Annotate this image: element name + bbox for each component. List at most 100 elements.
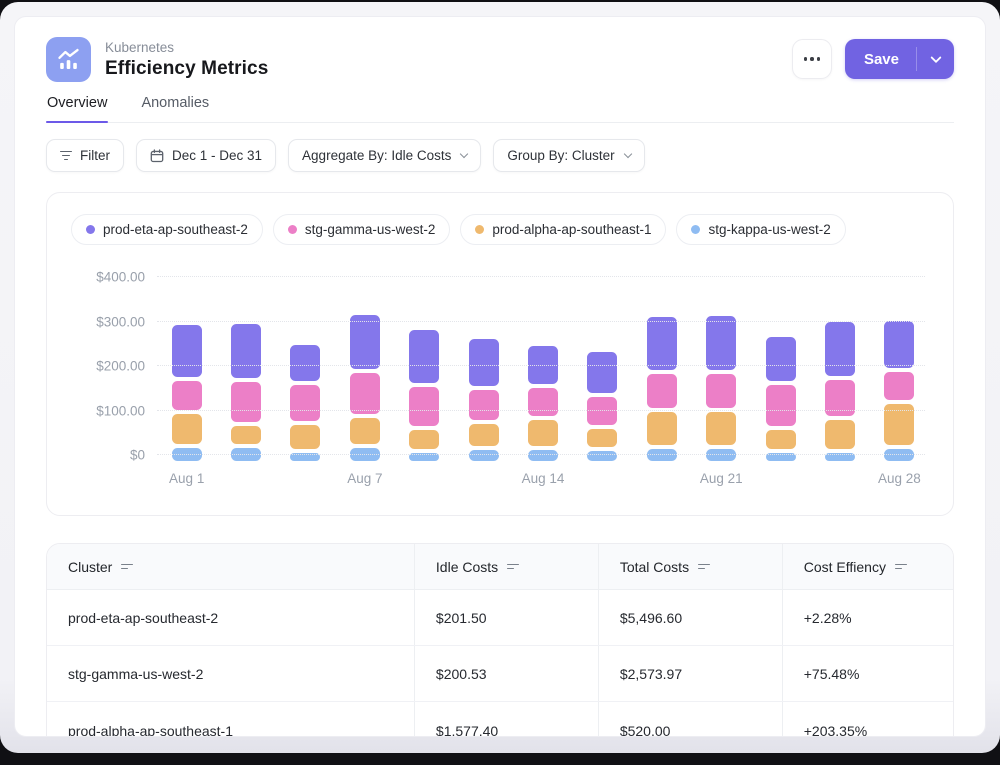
date-range-button[interactable]: Dec 1 - Dec 31 [136,139,276,172]
group-by-dropdown[interactable]: Group By: Cluster [493,139,644,172]
bar-segment[interactable] [350,373,380,414]
bar-segment[interactable] [647,412,677,445]
chevron-down-icon [930,52,941,63]
bar-segment[interactable] [290,425,320,449]
plot-area [157,267,929,463]
chevron-down-icon [623,150,631,158]
page-title: Efficiency Metrics [105,58,268,80]
bar-segment[interactable] [587,397,617,425]
save-button[interactable]: Save [845,39,916,79]
filter-icon [60,151,72,161]
bar-segment[interactable] [884,321,914,368]
cell-cluster: stg-gamma-us-west-2 [47,646,414,701]
bar-segment[interactable] [766,337,796,381]
bar-segment[interactable] [825,420,855,449]
bar-segment[interactable] [706,449,736,461]
table-header-cluster[interactable]: Cluster [47,544,414,589]
save-dropdown-button[interactable] [917,39,954,79]
filter-toolbar: Filter Dec 1 - Dec 31 Aggregate By: Idle… [46,139,954,172]
bar-segment[interactable] [766,385,796,426]
bar-segment[interactable] [706,316,736,370]
table-header-row: Cluster Idle Costs Total Costs Cost Effi… [47,544,953,590]
page-card: Kubernetes Efficiency Metrics Save [14,16,986,737]
ellipsis-icon [804,57,808,61]
cell-total-costs: $2,573.97 [598,646,782,701]
legend-item-prod-alpha[interactable]: prod-alpha-ap-southeast-1 [460,214,666,245]
bar-segment[interactable] [290,345,320,381]
bar-segment[interactable] [469,339,499,386]
chart-legend: prod-eta-ap-southeast-2 stg-gamma-us-wes… [71,214,929,245]
legend-item-stg-kappa[interactable]: stg-kappa-us-west-2 [676,214,845,245]
bar-segment[interactable] [587,451,617,461]
gridline [157,410,925,411]
x-axis-tick-label: Aug 28 [870,471,929,493]
bar-segment[interactable] [766,430,796,449]
bar-segment[interactable] [172,381,202,410]
gridline [157,454,925,455]
bar-segment[interactable] [825,322,855,376]
bar-segment[interactable] [706,374,736,408]
bar-segment[interactable] [231,426,261,444]
bar-segment[interactable] [409,330,439,383]
bar-segment[interactable] [528,388,558,416]
save-split-button[interactable]: Save [845,39,954,79]
bar-segment[interactable] [884,372,914,400]
bar-segment[interactable] [587,429,617,447]
bar-segment[interactable] [884,449,914,461]
bar-segment[interactable] [350,418,380,444]
legend-dot [691,225,700,234]
x-axis-tick-label [276,471,335,493]
table-header-total-costs[interactable]: Total Costs [598,544,782,589]
y-axis-tick-label: $300.00 [96,314,145,329]
bar-segment[interactable] [231,382,261,422]
tab-overview[interactable]: Overview [47,95,107,122]
chevron-down-icon [460,150,468,158]
bar-segment[interactable] [587,352,617,393]
gridline [157,276,925,277]
bar-segment[interactable] [469,450,499,461]
bar-segment[interactable] [172,414,202,444]
table-row[interactable]: prod-alpha-ap-southeast-1 $1,577.40 $520… [47,702,953,737]
bar-segment[interactable] [647,374,677,408]
aggregate-by-dropdown[interactable]: Aggregate By: Idle Costs [288,139,481,172]
x-axis-tick-label [454,471,513,493]
table-header-cost-efficiency[interactable]: Cost Effiency [782,544,953,589]
sort-icon [895,564,907,570]
bar-segment[interactable] [528,450,558,461]
aggregate-by-label: Aggregate By: Idle Costs [302,148,451,163]
filter-button[interactable]: Filter [46,139,124,172]
bar-segment[interactable] [172,325,202,377]
gridline [157,365,925,366]
x-axis-tick-label: Aug 7 [335,471,394,493]
legend-item-prod-eta[interactable]: prod-eta-ap-southeast-2 [71,214,263,245]
x-axis-tick-label: Aug 14 [513,471,572,493]
cell-cost-efficiency: +2.28% [782,590,953,645]
y-axis-tick-label: $0 [130,448,145,463]
date-range-label: Dec 1 - Dec 31 [172,148,262,163]
cell-cost-efficiency: +75.48% [782,646,953,701]
table-row[interactable]: stg-gamma-us-west-2 $200.53 $2,573.97 +7… [47,646,953,702]
chart-app-icon [46,37,91,82]
bar-segment[interactable] [290,385,320,421]
bar-segment[interactable] [647,449,677,461]
bar-segment[interactable] [825,380,855,416]
bar-segment[interactable] [706,412,736,445]
cell-idle-costs: $201.50 [414,590,598,645]
bar-segment[interactable] [409,430,439,449]
sort-icon [507,564,519,570]
bar-segment[interactable] [350,315,380,369]
bar-segment[interactable] [231,324,261,378]
x-axis-tick-label [216,471,275,493]
legend-item-stg-gamma[interactable]: stg-gamma-us-west-2 [273,214,451,245]
more-options-button[interactable] [792,39,832,79]
bar-segment[interactable] [409,387,439,426]
bar-segment[interactable] [469,390,499,420]
cell-total-costs: $5,496.60 [598,590,782,645]
bar-segment[interactable] [469,424,499,446]
table-header-idle-costs[interactable]: Idle Costs [414,544,598,589]
tab-anomalies[interactable]: Anomalies [141,95,209,122]
bar-segment[interactable] [528,420,558,446]
table-row[interactable]: prod-eta-ap-southeast-2 $201.50 $5,496.6… [47,590,953,646]
legend-dot [475,225,484,234]
bar-segment[interactable] [647,317,677,370]
